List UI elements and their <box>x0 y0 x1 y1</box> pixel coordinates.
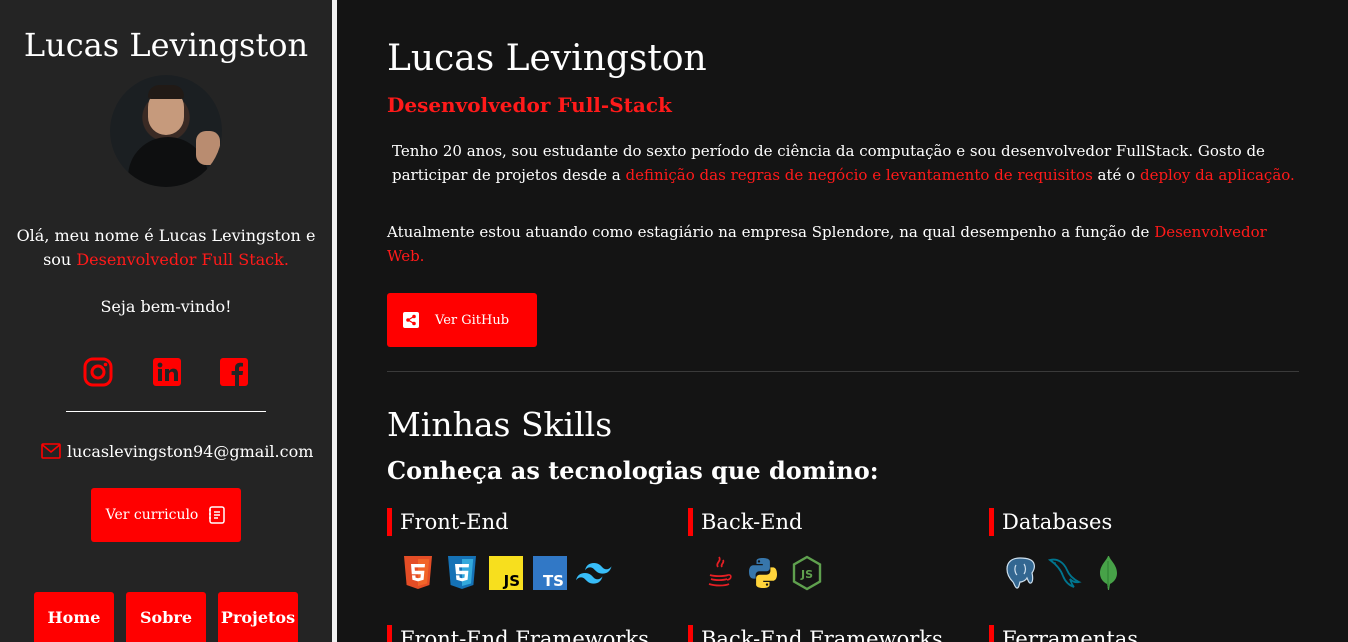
instagram-icon[interactable] <box>83 357 113 387</box>
about-text: até o <box>1092 166 1140 184</box>
avatar <box>110 75 222 187</box>
skill-category-backend-frameworks: Back-End Frameworks <box>688 625 943 642</box>
svg-text:JS: JS <box>503 572 520 590</box>
skills-title: Minhas Skills <box>387 405 613 444</box>
intro-highlight: Desenvolvedor Full Stack. <box>76 250 289 269</box>
skill-category-databases: Databases <box>989 508 1112 536</box>
email-row[interactable]: lucaslevingston94@gmail.com <box>41 440 313 462</box>
welcome-text: Seja bem-vindo! <box>100 297 232 316</box>
nodejs-icon: JS <box>789 555 825 591</box>
skill-category-backend: Back-End <box>688 508 802 536</box>
about-paragraph-1: Tenho 20 anos, sou estudante do sexto pe… <box>392 139 1297 187</box>
typescript-icon: TS <box>532 555 568 591</box>
tailwind-icon <box>576 555 612 591</box>
about-paragraph-2: Atualmente estou atuando como estagiário… <box>387 220 1297 268</box>
email-text: lucaslevingston94@gmail.com <box>67 441 314 461</box>
github-button-label: Ver GitHub <box>435 312 510 328</box>
backend-icons: JS <box>701 555 825 591</box>
about-highlight: deploy da aplicação. <box>1139 166 1295 184</box>
svg-text:JS: JS <box>800 568 813 581</box>
css3-icon <box>444 555 480 591</box>
page-title: Lucas Levingston <box>387 38 707 79</box>
role-subtitle: Desenvolvedor Full-Stack <box>387 93 672 117</box>
resume-button-label: Ver curriculo <box>105 507 199 523</box>
github-button[interactable]: Ver GitHub <box>387 293 537 347</box>
html5-icon <box>400 555 436 591</box>
skills-subtitle: Conheça as tecnologias que domino: <box>387 456 879 485</box>
nav-sobre-button[interactable]: Sobre <box>126 592 206 642</box>
frontend-icons: JS TS <box>400 555 612 591</box>
sidebar-border <box>332 0 337 642</box>
java-icon <box>701 555 737 591</box>
javascript-icon: JS <box>488 555 524 591</box>
skill-category-frontend-frameworks: Front-End Frameworks <box>387 625 649 642</box>
mysql-icon <box>1046 555 1082 591</box>
nav-projetos-button[interactable]: Projetos <box>218 592 298 642</box>
database-icons <box>1002 555 1126 591</box>
social-links <box>83 357 253 387</box>
mail-icon <box>41 443 61 459</box>
document-icon <box>209 506 226 524</box>
nav-home-button[interactable]: Home <box>34 592 114 642</box>
svg-text:TS: TS <box>543 572 564 590</box>
section-divider <box>387 371 1299 372</box>
main-content: Lucas Levingston Desenvolvedor Full-Stac… <box>387 0 1299 642</box>
about-text: Atualmente estou atuando como estagiário… <box>387 223 1155 241</box>
about-highlight: definição das regras de negócio e levant… <box>625 166 1093 184</box>
sidebar-name: Lucas Levingston <box>23 26 309 64</box>
facebook-icon[interactable] <box>219 357 249 387</box>
sidebar-divider <box>66 411 266 412</box>
postgresql-icon <box>1002 555 1038 591</box>
linkedin-icon[interactable] <box>152 357 182 387</box>
skill-category-tools: Ferramentas <box>989 625 1138 642</box>
python-icon <box>745 555 781 591</box>
mongodb-icon <box>1090 555 1126 591</box>
share-icon <box>403 312 419 328</box>
skill-category-frontend: Front-End <box>387 508 509 536</box>
sidebar-intro: Olá, meu nome é Lucas Levingston e sou D… <box>0 224 332 272</box>
sidebar: Lucas Levingston Olá, meu nome é Lucas L… <box>0 0 332 642</box>
resume-button[interactable]: Ver curriculo <box>91 488 241 542</box>
